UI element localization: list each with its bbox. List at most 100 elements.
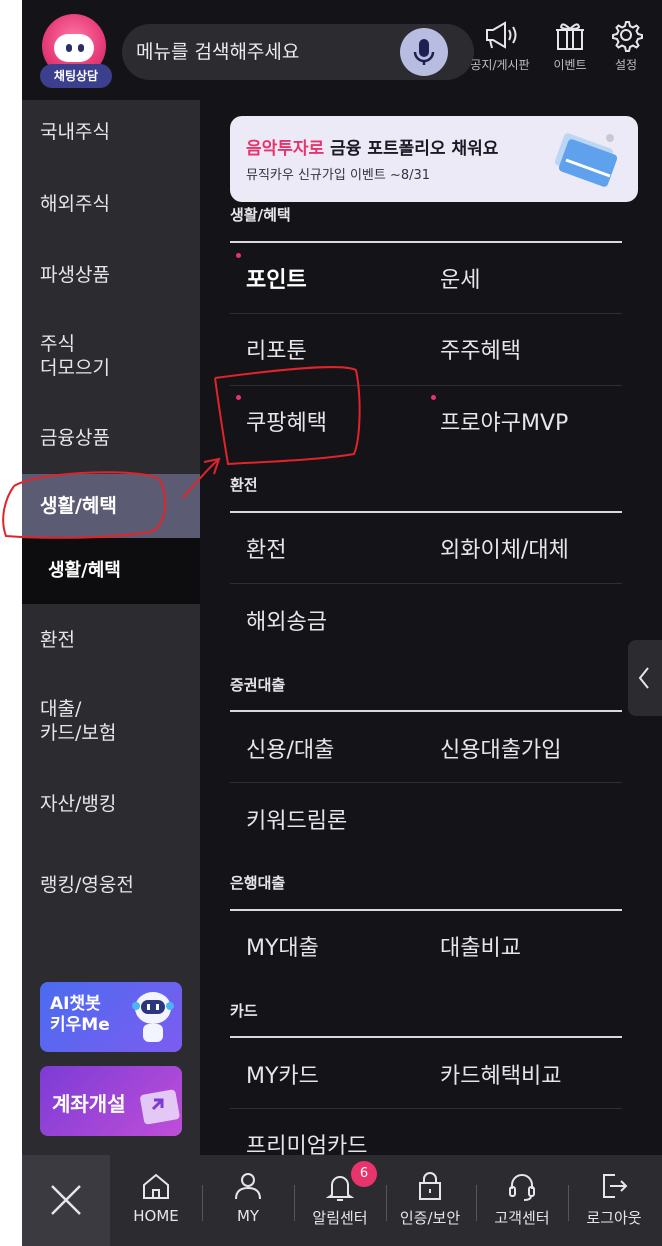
- section-title-exchange: 환전: [230, 476, 258, 494]
- banner-title: 음악투자로 금융 포트폴리오 채워요: [246, 134, 498, 159]
- event-button[interactable]: 이벤트: [544, 18, 596, 73]
- chatbot-badge: 채팅상담: [40, 64, 112, 88]
- nav-item-foreign-stock[interactable]: 해외주식: [22, 192, 200, 216]
- nav-item-financial-products[interactable]: 금융상품: [22, 426, 200, 450]
- tab-separator: [294, 1185, 295, 1221]
- row-divider: [230, 313, 622, 314]
- menu-item-card-benefit-compare[interactable]: 카드혜택비교: [440, 1058, 561, 1090]
- chevron-left-icon: [638, 667, 649, 689]
- kiwoom-card-icon: [140, 1089, 180, 1125]
- banner-accent: 음악투자로: [246, 139, 325, 159]
- banner-subtitle: 뮤직카우 신규가입 이벤트 ~8/31: [246, 168, 431, 183]
- nav-item-loan-card-insurance[interactable]: 대출/ 카드/보험: [22, 697, 200, 745]
- home-icon: [143, 1173, 169, 1199]
- tab-logout[interactable]: 로그아웃: [572, 1169, 656, 1228]
- tab-label: HOME: [133, 1207, 179, 1225]
- tab-auth-security[interactable]: 인증/보안: [388, 1169, 472, 1228]
- menu-item-fx-transfer[interactable]: 외화이체/대체: [440, 532, 569, 564]
- menu-item-point[interactable]: 포인트: [246, 262, 307, 294]
- menu-item-baseball-mvp[interactable]: 프로야구MVP: [440, 405, 568, 437]
- tab-label: 고객센터: [494, 1209, 550, 1227]
- row-divider: [230, 385, 622, 386]
- menu-item-credit-loan-signup[interactable]: 신용대출가입: [440, 732, 561, 764]
- tab-my[interactable]: MY: [206, 1169, 290, 1225]
- section-title-card: 카드: [230, 1002, 258, 1020]
- nav-item-label: 환전: [40, 629, 75, 651]
- nav-item-label: 대출/ 카드/보험: [40, 698, 117, 744]
- nav-item-domestic-stock[interactable]: 국내주식: [22, 120, 200, 144]
- gift-icon: [556, 23, 584, 50]
- promo-line1: AI챗봇: [50, 994, 101, 1014]
- tab-customer-center[interactable]: 고객센터: [480, 1169, 564, 1228]
- section-divider: [230, 241, 622, 243]
- music-cow-event-banner[interactable]: 음악투자로 금융 포트폴리오 채워요 뮤직카우 신규가입 이벤트 ~8/31: [230, 116, 638, 202]
- tab-home[interactable]: HOME: [114, 1169, 198, 1225]
- mic-button[interactable]: [400, 28, 448, 76]
- person-icon: [235, 1173, 261, 1200]
- nav-item-ranking[interactable]: 랭킹/영웅전: [22, 873, 200, 897]
- chatbot-eye-right: [78, 44, 84, 52]
- menu-item-exchange[interactable]: 환전: [246, 532, 286, 564]
- menu-item-fortune[interactable]: 운세: [440, 262, 480, 294]
- chatbot-consult-button[interactable]: 채팅상담: [38, 14, 112, 90]
- new-dot: [236, 395, 241, 400]
- top-bar: 채팅상담 공지/게시판: [22, 0, 662, 100]
- section-divider: [230, 909, 622, 911]
- nav-item-label: 해외주식: [40, 193, 110, 215]
- menu-item-my-loan[interactable]: MY대출: [246, 930, 319, 962]
- menu-item-reportoon[interactable]: 리포툰: [246, 333, 307, 365]
- new-dot: [236, 253, 241, 258]
- megaphone-icon: [486, 21, 517, 49]
- bottom-tab-bar: HOME MY 6 알림센터 인증/보안 고객센터 로그아웃: [22, 1155, 662, 1246]
- headset-icon: [509, 1174, 535, 1201]
- settings-button[interactable]: 설정: [604, 18, 648, 73]
- event-label: 이벤트: [553, 58, 587, 72]
- search-bar[interactable]: [122, 24, 474, 80]
- tab-separator: [386, 1185, 387, 1221]
- menu-item-overseas-remit[interactable]: 해외송금: [246, 604, 327, 636]
- search-input[interactable]: [136, 24, 396, 80]
- tab-label: 로그아웃: [586, 1209, 642, 1227]
- gear-icon: [612, 21, 643, 52]
- menu-item-coupang-benefit[interactable]: 쿠팡혜택: [246, 405, 327, 437]
- nav-subitem-label: 생활/혜택: [48, 560, 121, 581]
- menu-item-premium-card[interactable]: 프리미엄카드: [246, 1128, 367, 1155]
- close-icon: [51, 1185, 81, 1215]
- nav-subitem-life-benefits[interactable]: 생활/혜택: [22, 538, 200, 604]
- tab-label: 알림센터: [312, 1209, 368, 1227]
- chatbot-face: [54, 34, 94, 62]
- nav-item-label: 랭킹/영웅전: [40, 874, 134, 896]
- card-illustration-icon: [554, 133, 618, 187]
- section-title-securities-loan: 증권대출: [230, 676, 286, 694]
- app-window: 채팅상담 공지/게시판: [22, 0, 662, 1246]
- nav-item-derivatives[interactable]: 파생상품: [22, 263, 200, 287]
- mic-icon: [413, 39, 435, 65]
- menu-item-credit-loan[interactable]: 신용/대출: [246, 732, 334, 764]
- tab-separator: [202, 1185, 203, 1221]
- open-account-promo[interactable]: 계좌개설: [40, 1066, 182, 1136]
- section-divider: [230, 710, 622, 712]
- nav-item-stock-savings[interactable]: 주식 더모으기: [22, 332, 200, 380]
- menu-item-my-card[interactable]: MY카드: [246, 1058, 319, 1090]
- menu-content: 음악투자로 금융 포트폴리오 채워요 뮤직카우 신규가입 이벤트 ~8/31 생…: [200, 100, 662, 1155]
- robot-mascot-icon: [132, 992, 174, 1042]
- nav-item-assets-banking[interactable]: 자산/뱅킹: [22, 792, 200, 816]
- menu-item-loan-compare[interactable]: 대출비교: [440, 930, 521, 962]
- side-panel-toggle[interactable]: [628, 640, 662, 716]
- section-title-bank-loan: 은행대출: [230, 874, 286, 892]
- promo-line2: 키우Me: [50, 1015, 110, 1035]
- nav-item-life-benefits[interactable]: 생활/혜택: [22, 474, 200, 538]
- ai-chatbot-promo[interactable]: AI챗봇 키우Me: [40, 982, 182, 1052]
- tab-label: 인증/보안: [399, 1209, 461, 1227]
- section-divider: [230, 1036, 622, 1038]
- tab-notification-center[interactable]: 6 알림센터: [298, 1161, 382, 1228]
- nav-item-label: 자산/뱅킹: [40, 793, 117, 815]
- close-menu-button[interactable]: [22, 1155, 110, 1246]
- chatbot-eye-left: [66, 44, 72, 52]
- menu-item-keyword-loan[interactable]: 키워드림론: [246, 803, 347, 835]
- menu-item-shareholder-benefit[interactable]: 주주혜택: [440, 333, 521, 365]
- nav-item-label: 주식 더모으기: [40, 333, 110, 379]
- notice-board-button[interactable]: 공지/게시판: [462, 18, 538, 73]
- nav-item-label: 국내주식: [40, 121, 110, 143]
- nav-item-exchange[interactable]: 환전: [22, 628, 200, 652]
